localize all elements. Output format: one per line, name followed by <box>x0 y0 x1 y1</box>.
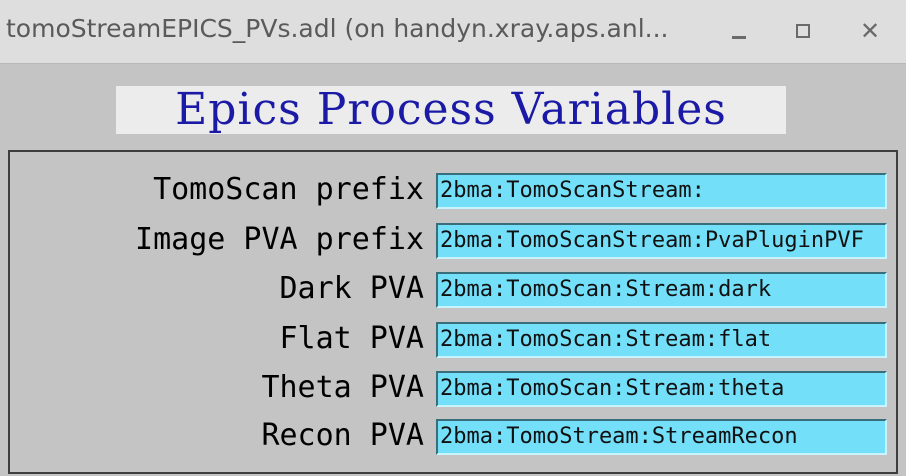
pv-row-dark-pva: Dark PVA 2bma:TomoScan:Stream:dark <box>10 269 896 309</box>
window-titlebar[interactable]: tomoStreamEPICS_PVs.adl (on handyn.xray.… <box>0 0 906 64</box>
pv-frame: TomoScan prefix 2bma:TomoScanStream: Ima… <box>8 150 898 474</box>
pv-label: Recon PVA <box>261 418 424 453</box>
maximize-button[interactable] <box>788 16 818 46</box>
pv-label: Flat PVA <box>279 321 425 356</box>
pv-row-recon-pva: Recon PVA 2bma:TomoStream:StreamRecon <box>10 416 896 456</box>
minimize-icon <box>732 36 746 39</box>
close-button[interactable]: ✕ <box>855 16 885 46</box>
display-content: Epics Process Variables TomoScan prefix … <box>0 64 906 476</box>
pv-row-tomoscan-prefix: TomoScan prefix 2bma:TomoScanStream: <box>10 170 896 210</box>
minimize-button[interactable] <box>724 16 754 46</box>
pv-row-image-pva-prefix: Image PVA prefix 2bma:TomoScanStream:Pva… <box>10 220 896 260</box>
window-title: tomoStreamEPICS_PVs.adl (on handyn.xray.… <box>6 14 669 43</box>
heading-box: Epics Process Variables <box>116 86 786 134</box>
close-icon: ✕ <box>859 17 881 45</box>
tomoscan-prefix-field[interactable]: 2bma:TomoScanStream: <box>436 173 887 209</box>
pv-label: Dark PVA <box>279 271 425 306</box>
pv-label: Theta PVA <box>261 370 424 405</box>
image-pva-prefix-field[interactable]: 2bma:TomoScanStream:PvaPluginPVF <box>436 223 887 259</box>
pv-row-flat-pva: Flat PVA 2bma:TomoScan:Stream:flat <box>10 319 896 359</box>
maximize-icon <box>796 24 810 38</box>
pv-label: Image PVA prefix <box>135 222 424 257</box>
pv-label: TomoScan prefix <box>153 172 424 207</box>
dark-pva-field[interactable]: 2bma:TomoScan:Stream:dark <box>436 272 887 308</box>
recon-pva-field[interactable]: 2bma:TomoStream:StreamRecon <box>436 419 887 455</box>
page-title: Epics Process Variables <box>175 84 727 135</box>
flat-pva-field[interactable]: 2bma:TomoScan:Stream:flat <box>436 322 887 358</box>
pv-row-theta-pva: Theta PVA 2bma:TomoScan:Stream:theta <box>10 368 896 408</box>
theta-pva-field[interactable]: 2bma:TomoScan:Stream:theta <box>436 371 887 407</box>
